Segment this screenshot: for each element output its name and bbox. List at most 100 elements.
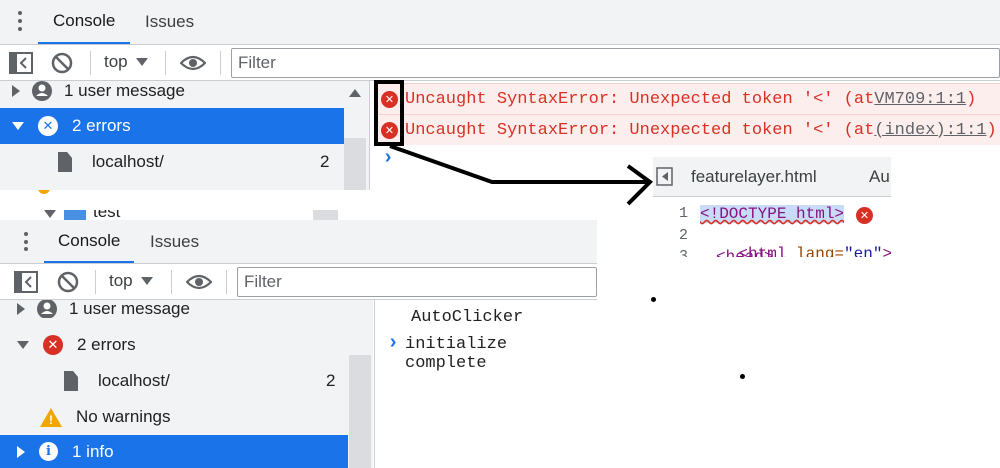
- toolbar-divider: [90, 51, 91, 75]
- bottom-console-output: AutoClicker › initialize complete: [374, 300, 597, 468]
- toolbar-divider: [95, 270, 96, 294]
- sidebar-item-label: 1 user message: [69, 300, 190, 318]
- source-panel: featurelayer.html Au 1 <!DOCTYPE html> ✕…: [653, 157, 891, 257]
- tab-console[interactable]: Console: [44, 220, 135, 263]
- toolbar-divider: [165, 51, 166, 75]
- sidebar-item-warnings[interactable]: ! No warnings: [0, 399, 348, 435]
- sidebar-item-count: 2: [320, 152, 330, 171]
- source-tab-bar: featurelayer.html Au: [653, 157, 891, 197]
- error-message: Uncaught SyntaxError: Unexpected token '…: [405, 89, 875, 109]
- sidebar-item-user-messages[interactable]: 1 user message: [0, 300, 348, 318]
- sidebar-item-label: localhost/: [98, 371, 170, 390]
- error-icon: ✕: [856, 207, 873, 224]
- error-tail: ): [986, 120, 997, 140]
- folder-icon: [64, 210, 86, 220]
- expand-arrow-icon: [12, 85, 20, 97]
- code-attr: lang=: [796, 245, 845, 257]
- expand-arrow-icon: [17, 303, 25, 315]
- error-tail: ): [966, 89, 977, 109]
- stray-dot: [740, 374, 745, 379]
- bottom-devtools-panel: test Console Issues top Filter 1 user me…: [0, 210, 597, 468]
- error-source-link[interactable]: (index):1:1: [874, 121, 986, 140]
- toolbar-divider: [171, 270, 172, 294]
- user-icon: [32, 81, 52, 101]
- sidebar-item-count: 2: [326, 371, 336, 390]
- top-console-toolbar: top Filter: [0, 45, 1000, 81]
- sidebar-toggle-icon[interactable]: [14, 271, 38, 293]
- sidebar-item-label: 2 errors: [72, 116, 131, 135]
- bottom-menu-kebab-icon[interactable]: [24, 232, 28, 251]
- tab-next-file[interactable]: Au: [869, 167, 890, 187]
- warning-icon: !: [40, 407, 62, 427]
- line-number: 1: [679, 205, 689, 222]
- bottom-console-toolbar: top Filter: [0, 264, 597, 300]
- sidebar-item-errors[interactable]: ✕ 2 errors: [0, 327, 348, 363]
- sidebar-item-label: 2 errors: [77, 335, 136, 354]
- annotation-highlight-box: [374, 80, 404, 146]
- user-icon: [37, 300, 57, 318]
- sidebar-item-localhost[interactable]: localhost/ 2: [0, 363, 348, 399]
- sidebar-toggle-icon[interactable]: [9, 52, 33, 74]
- context-selector[interactable]: top: [104, 52, 148, 72]
- clear-console-icon[interactable]: [51, 52, 73, 74]
- console-log-message: initialize complete: [405, 335, 508, 373]
- error-source-link[interactable]: VM709:1:1: [874, 90, 966, 109]
- context-label: top: [109, 271, 133, 290]
- line-number: 3: [679, 248, 689, 257]
- code-value: "en": [844, 245, 883, 257]
- code-line[interactable]: <head>: [716, 248, 774, 257]
- bottom-console-sidebar: 1 user message ✕ 2 errors localhost/ 2 !…: [0, 300, 373, 468]
- code-tag: >: [882, 245, 891, 257]
- tab-issues[interactable]: Issues: [131, 0, 208, 44]
- error-icon: ✕: [43, 335, 63, 355]
- warning-icon-fragment: [38, 190, 50, 194]
- sidebar-scrollbar-track[interactable]: [344, 138, 366, 190]
- expand-arrow-icon: [17, 445, 25, 458]
- collapse-arrow-icon: [17, 341, 29, 349]
- stray-dot: [651, 297, 656, 302]
- top-console-sidebar: 1 user message ✕ 2 errors localhost/ 2: [0, 81, 369, 190]
- top-menu-kebab-icon[interactable]: [18, 11, 22, 31]
- sidebar-item-label: localhost/: [92, 152, 164, 171]
- sidebar-item-info[interactable]: i 1 info: [0, 435, 348, 468]
- context-dropdown-icon: [135, 58, 148, 66]
- sidebar-scrollbar-track[interactable]: [349, 355, 371, 468]
- console-log-message: AutoClicker: [411, 308, 524, 327]
- bottom-tab-bar: Console Issues: [0, 220, 597, 264]
- code-line[interactable]: <!DOCTYPE html>: [700, 205, 845, 223]
- file-icon: [58, 152, 72, 172]
- live-expression-eye-icon[interactable]: [180, 54, 206, 72]
- error-message: Uncaught SyntaxError: Unexpected token '…: [405, 120, 875, 140]
- file-icon: [64, 371, 78, 391]
- tab-issues[interactable]: Issues: [136, 220, 213, 263]
- filter-input[interactable]: Filter: [231, 48, 1000, 78]
- scroll-up-icon[interactable]: [349, 89, 361, 97]
- sidebar-item-localhost[interactable]: localhost/ 2: [0, 144, 344, 180]
- sidebar-item-user-messages[interactable]: 1 user message: [0, 81, 344, 101]
- clear-console-icon[interactable]: [57, 271, 79, 293]
- collapse-arrow-icon: [44, 210, 56, 218]
- code-gutter: [653, 202, 697, 257]
- tab-console[interactable]: Console: [38, 0, 131, 44]
- top-tab-bar: Console Issues: [0, 0, 1000, 45]
- console-prompt-icon[interactable]: ›: [387, 332, 399, 355]
- sidebar-item-errors[interactable]: ✕ 2 errors: [0, 108, 344, 144]
- sidebar-item-label: 1 user message: [64, 81, 185, 100]
- info-icon: i: [39, 442, 58, 461]
- sidebar-scrollbar-track: [313, 210, 338, 220]
- live-expression-eye-icon[interactable]: [186, 273, 212, 291]
- toolbar-divider: [220, 51, 221, 75]
- collapse-arrow-icon: [12, 122, 24, 130]
- sidebar-item-label: No warnings: [76, 407, 171, 426]
- tab-featurelayer-html[interactable]: featurelayer.html: [691, 167, 817, 187]
- error-icon: ✕: [38, 116, 58, 136]
- folder-label: test: [93, 210, 121, 220]
- console-error-row: ✕ Uncaught SyntaxError: Unexpected token…: [375, 83, 1000, 114]
- bottom-tree-fragment: test: [0, 210, 597, 220]
- context-dropdown-icon: [140, 277, 153, 285]
- sidebar-item-label: 1 info: [72, 441, 114, 461]
- annotation-arrow: [389, 144, 654, 206]
- filter-input[interactable]: Filter: [237, 267, 597, 297]
- line-number: 2: [679, 227, 689, 244]
- context-selector[interactable]: top: [109, 271, 153, 291]
